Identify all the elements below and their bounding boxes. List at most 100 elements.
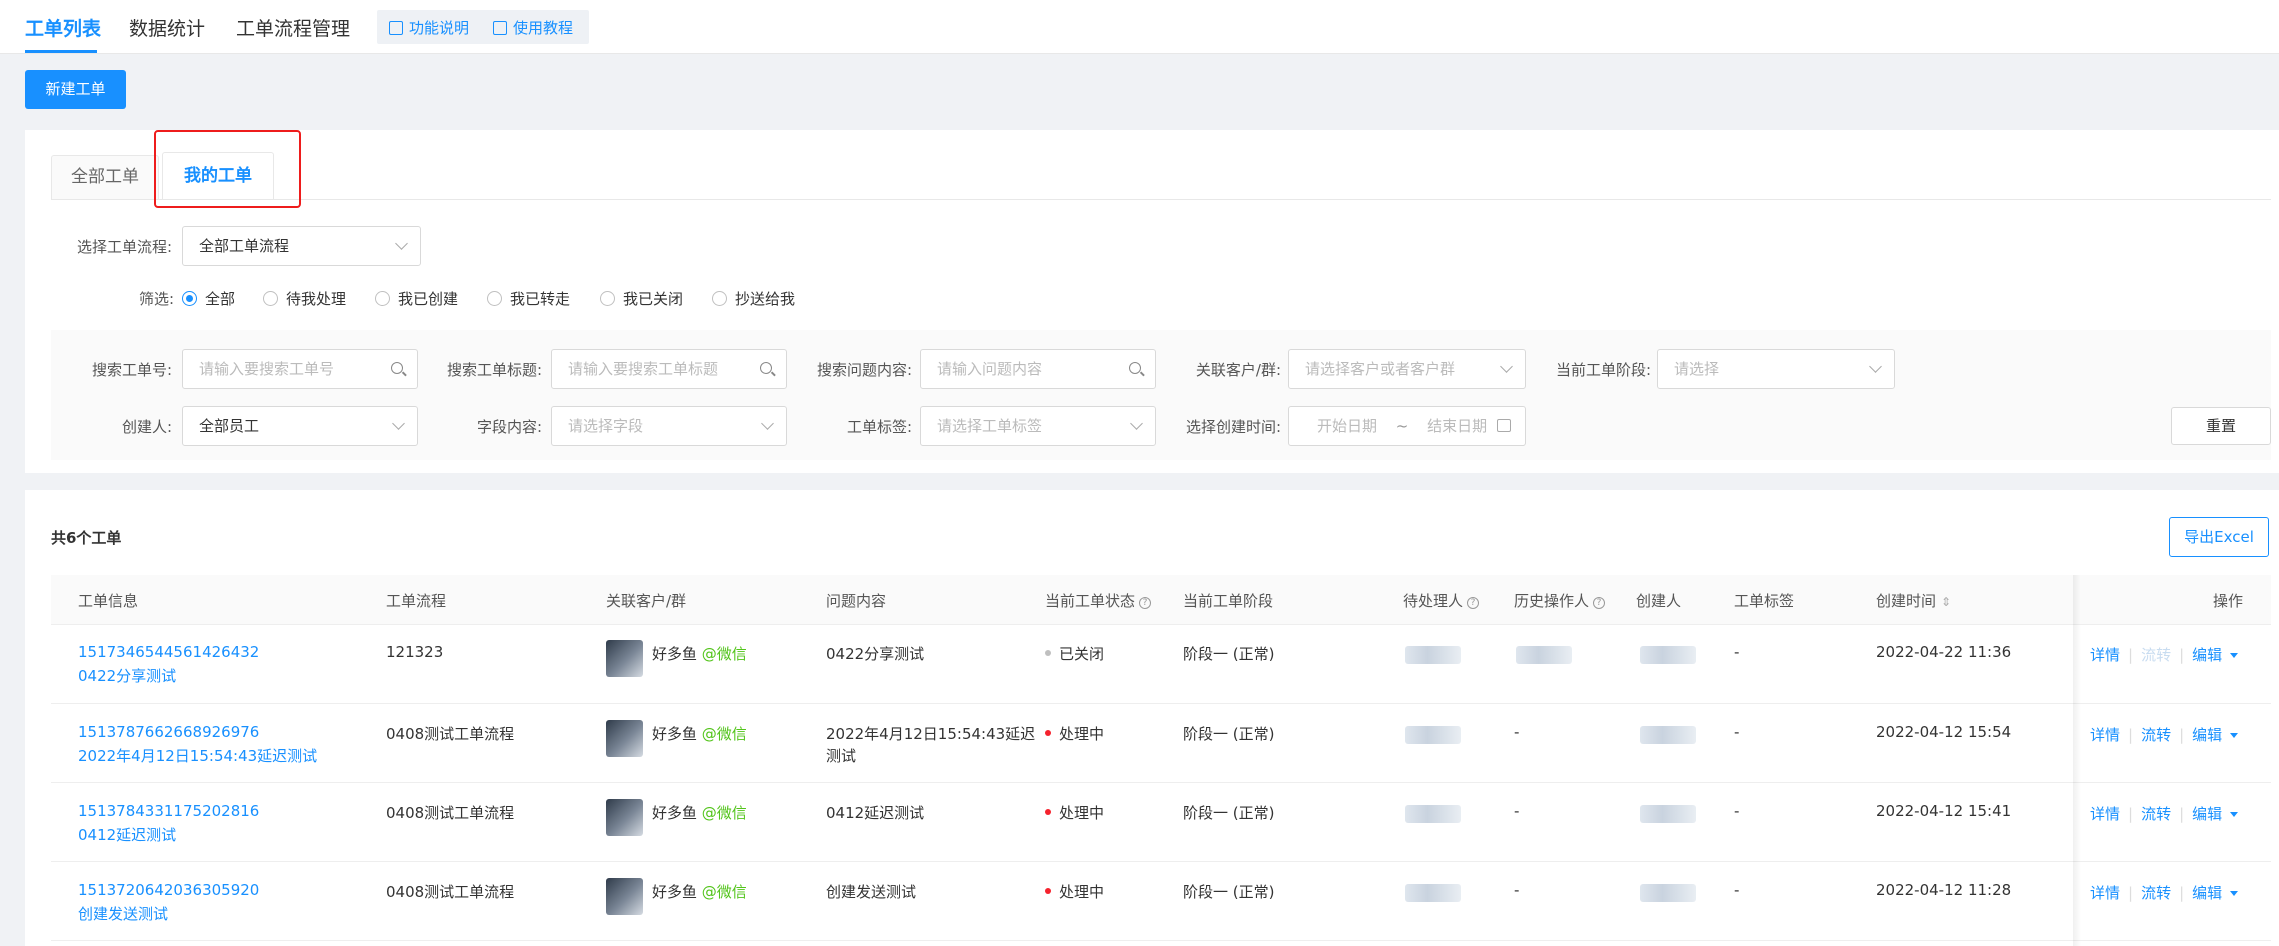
filter-option-closed[interactable]: 我已关闭 bbox=[600, 288, 683, 309]
edit-dropdown[interactable]: 编辑 bbox=[2192, 805, 2239, 823]
tag-label: 工单标签: bbox=[846, 418, 912, 436]
history-operator: - bbox=[1514, 881, 1520, 899]
chevron-down-icon bbox=[395, 237, 408, 250]
nav-tab-statistics[interactable]: 数据统计 bbox=[129, 14, 205, 41]
transfer-link[interactable]: 流转 bbox=[2141, 805, 2171, 823]
search-icon bbox=[1129, 362, 1141, 374]
ticket-title[interactable]: 2022年4月12日15:54:43延迟测试 bbox=[78, 745, 317, 766]
ticket-title[interactable]: 创建发送测试 bbox=[78, 903, 168, 924]
status-badge: 已关闭 bbox=[1045, 643, 1104, 664]
detail-link[interactable]: 详情 bbox=[2090, 646, 2120, 664]
date-separator: ~ bbox=[1395, 417, 1409, 435]
customer-name: 好多鱼 @微信 bbox=[652, 883, 747, 901]
new-ticket-button[interactable]: 新建工单 bbox=[25, 70, 126, 109]
created-time: 2022-04-22 11:36 bbox=[1876, 643, 2012, 661]
assignee-blurred bbox=[1405, 726, 1461, 744]
radio-icon bbox=[487, 291, 502, 306]
status-badge: 处理中 bbox=[1045, 802, 1104, 823]
created-time: 2022-04-12 15:41 bbox=[1876, 802, 2012, 820]
customer-select[interactable]: 请选择客户或者客户群 bbox=[1288, 349, 1526, 389]
detail-link[interactable]: 详情 bbox=[2090, 805, 2120, 823]
transfer-link[interactable]: 流转 bbox=[2141, 726, 2171, 744]
date-range-picker[interactable]: 开始日期 ~ 结束日期 bbox=[1288, 406, 1526, 446]
ticket-content: 0412延迟测试 bbox=[826, 804, 925, 822]
table-row bbox=[51, 783, 2271, 862]
title-search-input[interactable]: 请输入要搜索工单标题 bbox=[551, 349, 787, 389]
filter-option-all[interactable]: 全部 bbox=[182, 288, 235, 309]
filter-option-cc[interactable]: 抄送给我 bbox=[712, 288, 795, 309]
creator-blurred bbox=[1640, 884, 1696, 902]
title-search-label: 搜索工单标题: bbox=[446, 361, 542, 379]
nav-active-indicator bbox=[25, 50, 97, 53]
ticket-id[interactable]: 1513787662668926976 bbox=[78, 723, 259, 741]
content-search-input[interactable]: 请输入问题内容 bbox=[920, 349, 1156, 389]
help-icon[interactable]: ? bbox=[1139, 597, 1152, 609]
tag-select[interactable]: 请选择工单标签 bbox=[920, 406, 1156, 446]
creator-select[interactable]: 全部员工 bbox=[182, 406, 418, 446]
ticket-id[interactable]: 1513784331175202816 bbox=[78, 802, 259, 820]
reset-button[interactable]: 重置 bbox=[2171, 407, 2271, 445]
col-assignee: 待处理人? bbox=[1403, 590, 1480, 611]
detail-link[interactable]: 详情 bbox=[2090, 884, 2120, 902]
ticket-id[interactable]: 1517346544561426432 bbox=[78, 643, 259, 661]
stage-select[interactable]: 请选择 bbox=[1657, 349, 1895, 389]
creator-blurred bbox=[1640, 805, 1696, 823]
status-dot bbox=[1045, 730, 1051, 736]
ticket-tags: - bbox=[1734, 881, 1740, 899]
status-dot bbox=[1045, 888, 1051, 894]
help-links: 功能说明 使用教程 bbox=[377, 10, 589, 44]
assignee-blurred bbox=[1405, 884, 1461, 902]
history-operator-blurred bbox=[1516, 646, 1572, 664]
search-icon bbox=[391, 362, 403, 374]
creator-blurred bbox=[1640, 726, 1696, 744]
date-label: 选择创建时间: bbox=[1185, 418, 1281, 436]
edit-dropdown[interactable]: 编辑 bbox=[2192, 726, 2239, 744]
created-time: 2022-04-12 11:28 bbox=[1876, 881, 2012, 899]
caret-down-icon bbox=[2230, 812, 2239, 817]
book-icon bbox=[389, 21, 403, 35]
chevron-down-icon bbox=[1500, 360, 1513, 373]
sort-icon: ⇕ bbox=[1941, 595, 1952, 609]
customer-name: 好多鱼 @微信 bbox=[652, 645, 747, 663]
transfer-link[interactable]: 流转 bbox=[2141, 884, 2171, 902]
tutorial-link[interactable]: 使用教程 bbox=[493, 17, 573, 38]
filter-option-pending[interactable]: 待我处理 bbox=[263, 288, 346, 309]
filter-option-transferred[interactable]: 我已转走 bbox=[487, 288, 570, 309]
edit-dropdown[interactable]: 编辑 bbox=[2192, 646, 2239, 664]
customer-name: 好多鱼 @微信 bbox=[652, 804, 747, 822]
filter-option-created[interactable]: 我已创建 bbox=[375, 288, 458, 309]
ticket-workflow: 121323 bbox=[386, 643, 444, 661]
chevron-down-icon bbox=[761, 417, 774, 430]
transfer-link: 流转 bbox=[2141, 646, 2172, 664]
history-operator: - bbox=[1514, 723, 1520, 741]
ticket-id[interactable]: 1513720642036305920 bbox=[78, 881, 259, 899]
radio-icon bbox=[712, 291, 727, 306]
detail-link[interactable]: 详情 bbox=[2090, 726, 2120, 744]
ticket-workflow: 0408测试工单流程 bbox=[386, 804, 515, 822]
edit-dropdown[interactable]: 编辑 bbox=[2192, 884, 2239, 902]
radio-icon bbox=[600, 291, 615, 306]
field-select[interactable]: 请选择字段 bbox=[551, 406, 787, 446]
help-icon[interactable]: ? bbox=[1593, 597, 1606, 609]
end-date[interactable]: 结束日期 bbox=[1427, 417, 1487, 435]
help-icon[interactable]: ? bbox=[1467, 597, 1480, 609]
fixed-column-shadow bbox=[2073, 575, 2081, 946]
col-stage: 当前工单阶段 bbox=[1183, 592, 1274, 610]
col-created-time[interactable]: 创建时间 ⇕ bbox=[1876, 590, 1951, 611]
ticket-title[interactable]: 0422分享测试 bbox=[78, 665, 176, 686]
order-no-input[interactable]: 请输入要搜索工单号 bbox=[182, 349, 418, 389]
export-excel-button[interactable]: 导出Excel bbox=[2169, 517, 2269, 557]
col-workflow: 工单流程 bbox=[386, 592, 447, 610]
tab-all-tickets[interactable]: 全部工单 bbox=[51, 155, 159, 199]
ticket-tags: - bbox=[1734, 643, 1740, 661]
top-nav: 工单列表 数据统计 工单流程管理 功能说明 使用教程 bbox=[0, 0, 2279, 54]
process-select[interactable]: 全部工单流程 bbox=[182, 226, 421, 266]
ticket-title[interactable]: 0412延迟测试 bbox=[78, 824, 176, 845]
start-date[interactable]: 开始日期 bbox=[1317, 417, 1377, 435]
feature-guide-link[interactable]: 功能说明 bbox=[389, 17, 469, 38]
col-history: 历史操作人? bbox=[1514, 590, 1606, 611]
nav-tab-ticket-list[interactable]: 工单列表 bbox=[25, 14, 101, 41]
ticket-stage: 阶段一 (正常) bbox=[1183, 725, 1275, 743]
ticket-content: 0422分享测试 bbox=[826, 645, 925, 663]
nav-tab-workflow-management[interactable]: 工单流程管理 bbox=[236, 14, 350, 41]
